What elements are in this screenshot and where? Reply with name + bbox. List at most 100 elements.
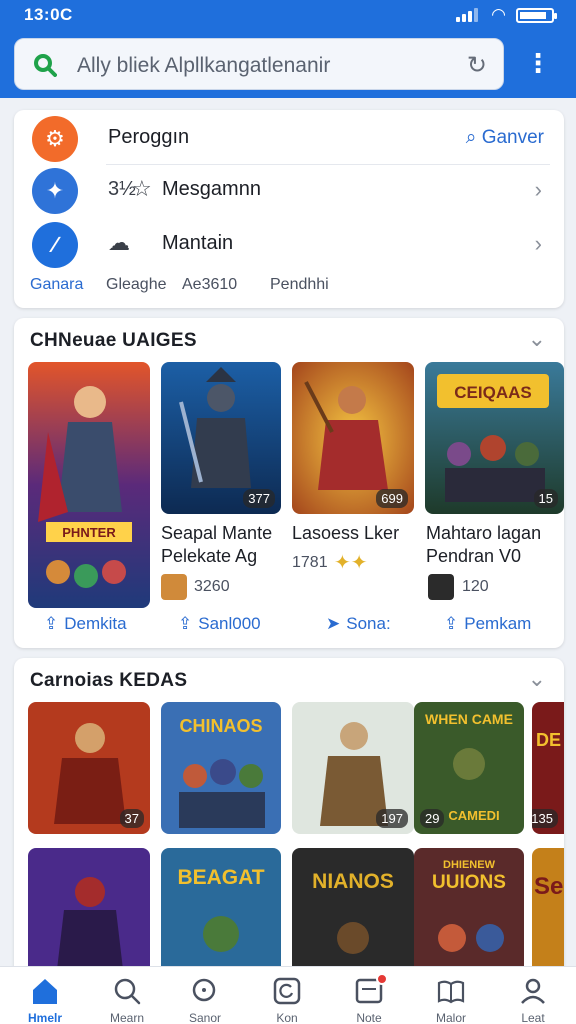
search-logo-icon	[34, 54, 57, 77]
game-card-image[interactable]: Se	[532, 848, 564, 978]
quick-tab[interactable]: Ganara	[30, 276, 83, 294]
quick-row-2[interactable]: ✦ 3½ ☆ Mesgamnn ›	[14, 164, 564, 216]
game-title: Mahtaro lagan	[426, 523, 542, 543]
poster-text: DE	[536, 730, 561, 750]
more-menu-icon[interactable]: ⋮	[520, 48, 556, 84]
game-card-image[interactable]: 37	[28, 702, 150, 834]
quick-tab[interactable]: Pendhhi	[270, 276, 329, 294]
game-poster-image: PHNTER	[28, 362, 150, 608]
nav-label: Sanor	[188, 1011, 222, 1024]
game-card-image[interactable]: 197	[292, 702, 414, 834]
nav-label: Hmelr	[27, 1011, 62, 1024]
game-card-image[interactable]	[28, 848, 150, 978]
translate-icon: ∕	[32, 222, 78, 268]
game-card-image[interactable]: NIANOS	[292, 848, 414, 978]
nav-label: Leat	[521, 1011, 545, 1024]
discover-icon	[192, 978, 216, 1002]
share-button[interactable]: ⇪ Sanl000	[178, 614, 261, 634]
poster-text: WHEN CAME	[425, 711, 513, 727]
game-meta: 120	[462, 578, 489, 595]
poster-text: Se	[534, 873, 563, 900]
game-card-image[interactable]: CHINAOS	[161, 702, 281, 834]
quick-row-3[interactable]: ∕ ☁ Mantain ›	[14, 218, 564, 270]
status-time: 13:0C	[24, 5, 73, 24]
game-card-image[interactable]: BEAGAT	[161, 848, 281, 978]
game-card-image[interactable]: WHEN CAME CAMEDI 29	[414, 702, 524, 834]
rating-badge: 135	[532, 809, 558, 828]
poster-text: UUIONS	[432, 872, 506, 893]
game-subtitle: Pendran V0	[426, 546, 522, 566]
section-title: Carnoias KEDAS	[30, 670, 188, 691]
game-subtitle: Pelekate Ag	[161, 546, 258, 566]
reload-icon[interactable]: ↻	[467, 51, 487, 80]
quick-row-1[interactable]: ⚙ Peroggın ⌕ Ganver	[14, 112, 564, 165]
game-meta: 1781	[292, 554, 328, 571]
share-button[interactable]: ⇪ Pemkam	[444, 614, 531, 634]
nav-profile[interactable]: Leat	[492, 967, 574, 1024]
nav-discover[interactable]: Sanor	[164, 967, 246, 1024]
quick-tabs: Ganara Gleaghe Ae3610 Pendhhi	[14, 276, 564, 300]
games-link[interactable]: ⌕ Ganver	[466, 127, 544, 149]
nav-library[interactable]: Malor	[410, 967, 492, 1024]
game-poster-image: NIANOS	[292, 848, 414, 978]
status-bar: 13:0C ◠	[0, 0, 576, 30]
game-poster-image: BEAGAT	[161, 848, 281, 978]
game-title: Seapal Mante	[161, 523, 273, 543]
compass-icon: ✦	[32, 168, 78, 214]
nav-label: Mearn	[109, 1011, 144, 1024]
nav-inbox[interactable]: Note	[328, 967, 410, 1024]
action-label: Sanl000	[198, 614, 261, 633]
search-input[interactable]: Ally bliek Alpllkangatlenanir	[77, 54, 330, 78]
search-icon	[114, 978, 141, 1005]
profile-icon	[521, 978, 545, 1004]
quick-access-card: ⚙ Peroggın ⌕ Ganver ✦ 3½ ☆ Mesgamnn › ∕ …	[14, 110, 564, 308]
game-card-poster[interactable]: PHNTER	[28, 362, 150, 608]
game-thumbnail	[428, 574, 454, 600]
quick-row-1-label: Peroggın	[108, 126, 190, 148]
app-header: 13:0C ◠ Ally bliek Alpllkangatlenanir ↻ …	[0, 0, 576, 98]
nav-refresh[interactable]: Kon	[246, 967, 328, 1024]
share-icon: ⇪	[444, 614, 459, 633]
search-bar[interactable]: Ally bliek Alpllkangatlenanir ↻	[14, 38, 504, 90]
refresh-icon	[273, 977, 301, 1005]
rating-badge: 37	[119, 809, 144, 828]
chevron-down-icon[interactable]: ⌄	[528, 666, 546, 692]
game-poster-image	[28, 848, 150, 978]
game-thumbnail	[161, 574, 187, 600]
nav-search[interactable]: Mearn	[86, 967, 168, 1024]
game-card-image[interactable]: DHIENEW UUIONS	[414, 848, 524, 978]
section-title: CHNeuae UAIGES	[30, 330, 197, 351]
nav-label: Kon	[276, 1011, 298, 1024]
send-icon: ➤	[326, 614, 341, 633]
share-button[interactable]: ⇪ Demkita	[44, 614, 127, 634]
action-label: Demkita	[64, 614, 127, 633]
poster-text: CEIQAAS	[454, 383, 531, 402]
chat-icon: ☁	[108, 230, 130, 255]
games-link-label: Ganver	[481, 127, 544, 148]
nav-home[interactable]: Hmelr	[4, 967, 86, 1024]
game-card-image[interactable]: 699	[292, 362, 414, 514]
game-card-image[interactable]: 377	[161, 362, 281, 514]
send-button[interactable]: ➤ Sona:	[326, 614, 391, 634]
share-icon: ⇪	[178, 614, 193, 633]
quick-tab[interactable]: Ae3610	[182, 276, 237, 294]
notification-dot	[376, 973, 388, 985]
quick-row-3-label: Mantain	[162, 232, 234, 254]
chevron-right-icon: ›	[534, 177, 542, 202]
game-poster-image: Se	[532, 848, 564, 978]
chevron-down-icon[interactable]: ⌄	[528, 326, 546, 352]
poster-subtext: CAMEDI	[448, 808, 499, 823]
quick-tab[interactable]: Gleaghe	[106, 276, 167, 294]
rating-badge: 29	[420, 809, 445, 828]
rating-badge: 197	[376, 809, 408, 828]
game-card-image[interactable]: DE 135	[532, 702, 564, 834]
battery-icon	[516, 8, 557, 23]
game-card-image[interactable]: CEIQAAS 15	[425, 362, 564, 514]
poster-text: NIANOS	[312, 870, 394, 893]
game-title: Lasoess Lker	[292, 523, 400, 543]
sparkle-icon: ✦✦	[334, 552, 368, 574]
game-poster-image: DHIENEW UUIONS	[414, 848, 524, 978]
poster-text: PHNTER	[62, 525, 116, 540]
star-icon: ☆	[132, 176, 152, 201]
home-icon	[33, 979, 57, 1004]
